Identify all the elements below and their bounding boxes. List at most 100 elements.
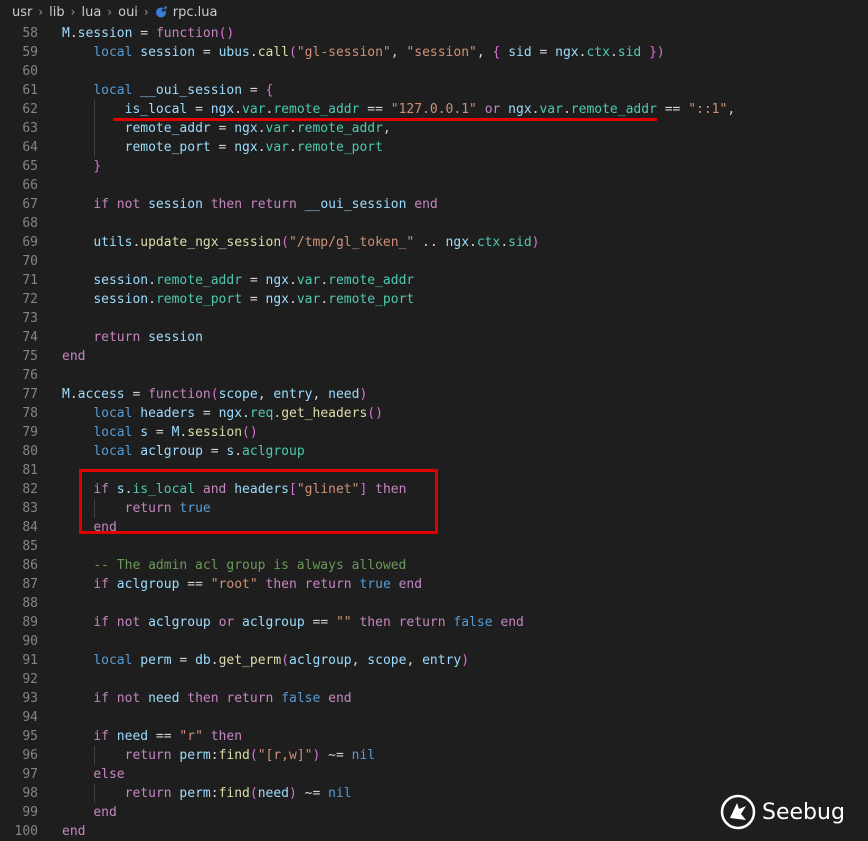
code-token: need [257, 786, 290, 801]
code-text: end [62, 803, 116, 822]
code-line[interactable]: 68 [0, 214, 868, 233]
code-line[interactable]: 62 is_local = ngx.var.remote_addr == "12… [0, 100, 868, 119]
code-token: . [273, 406, 282, 421]
code-line[interactable]: 95 if need == "r" then [0, 727, 868, 746]
code-line[interactable]: 77 M.access = function(scope, entry, need… [0, 385, 868, 404]
code-token: or [218, 615, 235, 630]
code-token: req [249, 406, 274, 421]
code-line[interactable]: 71 session.remote_addr = ngx.var.remote_… [0, 271, 868, 290]
code-line[interactable]: 63 remote_addr = ngx.var.remote_addr, [0, 119, 868, 138]
code-line[interactable]: 65 } [0, 157, 868, 176]
code-line[interactable]: 78 local headers = ngx.req.get_headers() [0, 404, 868, 423]
breadcrumb-item-oui[interactable]: oui [118, 5, 138, 20]
breadcrumb-item-lib[interactable]: lib [49, 5, 64, 20]
code-token: perm [179, 786, 211, 801]
code-token: "root" [210, 577, 258, 592]
code-token: . [234, 444, 243, 459]
code-token: return [93, 330, 141, 345]
code-line[interactable]: 61 local __oui_session = { [0, 81, 868, 100]
code-token: is_local [124, 102, 188, 117]
code-token: then [265, 577, 297, 592]
code-line[interactable]: 80 local aclgroup = s.aclgroup [0, 442, 868, 461]
code-line[interactable]: 85 [0, 537, 868, 556]
code-token: . [609, 45, 618, 60]
line-number: 75 [22, 349, 38, 364]
code-line[interactable]: 79 local s = M.session() [0, 423, 868, 442]
code-line[interactable]: 58 M.session = function() [0, 24, 868, 43]
code-token: aclgroup [242, 444, 305, 459]
line-number: 85 [22, 539, 38, 554]
code-text: utils. update_ngx_session("/tmp/gl_token_… [62, 233, 539, 252]
code-token: sid [617, 45, 642, 60]
code-token: . [320, 273, 329, 288]
line-number: 61 [22, 83, 38, 98]
code-line[interactable]: 70 [0, 252, 868, 271]
code-line[interactable]: 66 [0, 176, 868, 195]
code-token: == [304, 615, 336, 630]
code-line[interactable]: 90 [0, 632, 868, 651]
code-line[interactable]: 72 session.remote_port = ngx.var.remote_… [0, 290, 868, 309]
code-line[interactable]: 93 if not need then return false end [0, 689, 868, 708]
code-line[interactable]: 60 [0, 62, 868, 81]
code-line[interactable]: 64 remote_port = ngx.var.remote_port [0, 138, 868, 157]
code-token: find [218, 786, 250, 801]
line-number: 71 [22, 273, 38, 288]
code-line[interactable]: 75 end [0, 347, 868, 366]
code-token: access [77, 387, 125, 402]
code-token: . [257, 140, 266, 155]
code-token: , [312, 387, 329, 402]
code-line[interactable]: 92 [0, 670, 868, 689]
code-line[interactable]: 87 if aclgroup == "root" then return tru… [0, 575, 868, 594]
code-line[interactable]: 74 return session [0, 328, 868, 347]
code-token: end [62, 349, 86, 364]
line-number: 95 [22, 729, 38, 744]
line-number: 69 [22, 235, 38, 250]
code-line[interactable]: 76 [0, 366, 868, 385]
code-token: . [469, 235, 477, 250]
code-line[interactable]: 94 [0, 708, 868, 727]
code-line[interactable]: 88 [0, 594, 868, 613]
code-token: remote_port [124, 140, 211, 155]
code-token: var [265, 121, 289, 136]
code-line[interactable]: 97 else [0, 765, 868, 784]
breadcrumb-item-usr[interactable]: usr [12, 5, 32, 20]
code-token: } [649, 45, 657, 60]
code-line[interactable]: 69 utils. update_ngx_session("/tmp/gl_tok… [0, 233, 868, 252]
code-token: ( [281, 653, 290, 668]
code-line[interactable]: 73 [0, 309, 868, 328]
code-line[interactable]: 59 local session = ubus.call("gl-session… [0, 43, 868, 62]
code-line[interactable]: 86 -- The admin acl group is always allo… [0, 556, 868, 575]
chevron-right-icon: › [107, 5, 113, 19]
code-line[interactable]: 67 if not session then return __oui_sess… [0, 195, 868, 214]
code-token: . [210, 653, 219, 668]
code-token: == [148, 729, 180, 744]
code-token: () [242, 425, 258, 440]
breadcrumb-item-lua[interactable]: lua [81, 5, 101, 20]
code-token: "::1" [688, 102, 728, 117]
code-text: return perm:find(need) ~= nil [62, 784, 352, 803]
line-number: 78 [22, 406, 38, 421]
code-token: return [304, 577, 352, 592]
code-line[interactable]: 91 local perm = db.get_perm(aclgroup, sc… [0, 651, 868, 670]
breadcrumb-file[interactable]: rpc.lua [173, 5, 218, 20]
code-token: = [171, 653, 196, 668]
code-token: ( [249, 748, 258, 763]
code-line[interactable]: 96 return perm:find("[r,w]") ~= nil [0, 746, 868, 765]
code-editor[interactable]: 58 M.session = function() 59 local session… [0, 24, 868, 840]
code-line[interactable]: 89 if not aclgroup or aclgroup == "" the… [0, 613, 868, 632]
line-number: 97 [22, 767, 38, 782]
code-token: "/tmp/gl_token_" [289, 235, 415, 250]
